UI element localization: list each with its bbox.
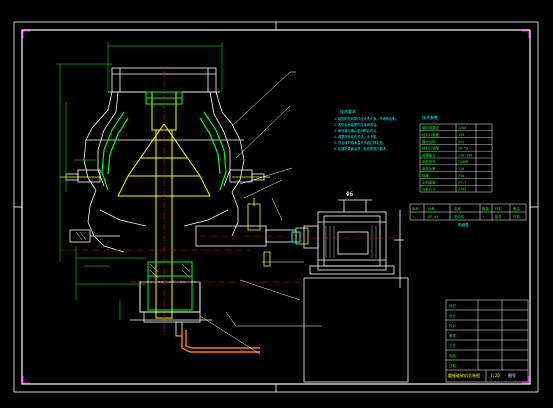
parts-caption: 明细表 xyxy=(458,222,469,227)
param-row-label: 给料口宽度 xyxy=(422,132,440,137)
param-row-value: 110 xyxy=(458,167,464,171)
cad-drawing-canvas: Φ6 技术要求 1. 装配前所有零件应清洗干净，不得有毛刺。 2. 各配合面装配… xyxy=(0,0,553,408)
parts-cell: 1 xyxy=(412,215,414,219)
title-block-name: 圆锥破碎机总装图 xyxy=(448,372,480,378)
note-line: 2. 各配合面装配时应涂润滑油。 xyxy=(334,122,380,127)
title-block-row-label: 标记 xyxy=(449,303,456,308)
param-row-value: Y280M xyxy=(458,160,468,164)
title-block-row-label: 工艺 xyxy=(449,343,456,348)
parts-cell: 电动机 xyxy=(454,214,465,219)
param-row-label: 电机型号 xyxy=(422,159,436,164)
note-line: 6. 机器外表面涂漆，颜色按用户要求。 xyxy=(334,146,389,151)
crusher-assembly xyxy=(60,67,309,353)
parts-cell: 备注 xyxy=(513,206,520,211)
parts-cell: 序号 xyxy=(412,206,419,211)
lower-frame xyxy=(69,189,239,253)
title-block-row-label: 日期 xyxy=(449,363,456,368)
param-row-label: 电机功率 xyxy=(422,166,436,171)
title-block-scale: 1:20 xyxy=(490,373,500,378)
param-row-label: 最大给料 xyxy=(422,139,436,144)
param-table-heading: 技术参数 xyxy=(422,114,438,120)
param-row-label: 主机重量 xyxy=(422,180,436,185)
param-row-value: 1200 xyxy=(458,126,466,130)
note-line: 3. 破碎锥与偏心套间隙应均匀。 xyxy=(334,128,380,133)
parts-cell: 1 xyxy=(482,215,484,219)
oil-pipe xyxy=(181,330,260,353)
param-row-label: 破碎锥直径 xyxy=(422,125,440,130)
note-line: 1. 装配前所有零件应清洗干净，不得有毛刺。 xyxy=(334,116,399,121)
parts-cell: GP-01 xyxy=(428,215,438,219)
countershaft xyxy=(195,198,309,267)
param-row-value: 2795 xyxy=(458,187,466,191)
notes-panel: 技术要求 1. 装配前所有零件应清洗干净，不得有毛刺。 2. 各配合面装配时应涂… xyxy=(334,108,399,151)
param-row-label: 排料口调整 xyxy=(422,146,440,151)
param-table: 技术参数 破碎锥直径 1200 给料口宽度 150 最大给料 125 排料口调整 20-50 处… xyxy=(419,114,493,193)
title-block-row-label: 批准 xyxy=(449,353,456,358)
parts-cell: 代号 xyxy=(428,206,435,211)
param-row-value: 125 xyxy=(458,140,464,144)
title-block-row-label: 审核 xyxy=(449,333,456,338)
param-row-label: 外形尺寸 xyxy=(422,186,436,191)
main-shaft xyxy=(151,70,177,335)
bottom-cover xyxy=(130,311,212,337)
title-block: 标记设计校对审核工艺批准日期 圆锥破碎机总装图 1:20 图号 xyxy=(445,299,529,383)
note-line: 4. 调整环转动应灵活，无卡阻。 xyxy=(334,134,380,139)
parts-cell: 组件 xyxy=(495,214,502,219)
param-row-value: 740 xyxy=(458,174,464,178)
param-row-value: 24.7 xyxy=(458,181,466,185)
title-block-row-label: 设计 xyxy=(449,313,456,318)
dimension-lines xyxy=(56,42,223,320)
note-line: 5. 试运转时轴承温升不超过规定值。 xyxy=(334,140,386,145)
eccentric-housing xyxy=(139,261,201,313)
title-block-row-label: 校对 xyxy=(449,323,456,328)
parts-table: 序号 代号 名称 数量 材料 备注 1 GP-01 电动机 1 组件 外购 明细… xyxy=(409,203,527,227)
param-row-value: 20-50 xyxy=(458,147,468,151)
motor-label: Φ6 xyxy=(346,191,354,198)
title-block-label: 图号 xyxy=(508,372,516,378)
parts-cell: 名称 xyxy=(454,206,461,211)
notes-heading: 技术要求 xyxy=(340,108,356,114)
motor: Φ6 xyxy=(300,191,400,275)
param-row-label: 处理能力 xyxy=(422,152,436,157)
hatched-sections xyxy=(75,231,191,279)
parts-cell: 材料 xyxy=(495,206,502,211)
parts-cell: 外购 xyxy=(513,214,520,219)
parts-cell: 数量 xyxy=(482,206,489,211)
motor-foundation xyxy=(303,210,409,383)
param-row-value: 110-168 xyxy=(458,153,472,157)
param-row-label: 转速 xyxy=(422,173,429,178)
param-row-value: 150 xyxy=(458,133,464,137)
